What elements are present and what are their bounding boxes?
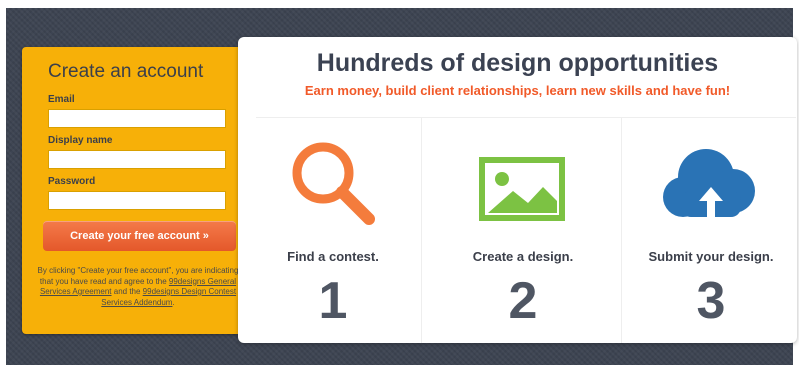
step-number: 3 (696, 272, 726, 330)
create-account-button[interactable]: Create your free account » (43, 221, 236, 251)
magnifier-icon (243, 129, 423, 229)
step-create-design: Create a design. 2 (433, 121, 613, 343)
display-name-field[interactable] (48, 150, 226, 169)
legal-text: . (172, 297, 175, 307)
step-number: 1 (318, 272, 348, 330)
legal-text: and the (111, 287, 143, 296)
step-label: Create a design. (472, 249, 574, 264)
step-find-contest: Find a contest. 1 (243, 121, 423, 343)
page-subtitle: Earn money, build client relationships, … (304, 83, 731, 98)
image-icon (433, 129, 613, 229)
signup-panel: Create an account Email Display name Pas… (22, 47, 252, 334)
legal-notice: By clicking "Create your free account", … (34, 266, 242, 308)
email-field[interactable] (48, 109, 226, 128)
divider (256, 117, 796, 118)
step-label: Submit your design. (648, 249, 774, 264)
cloud-upload-icon (621, 129, 799, 229)
signup-title: Create an account (48, 61, 204, 82)
password-field[interactable] (48, 191, 226, 210)
email-label: Email (48, 94, 75, 105)
password-label: Password (48, 176, 96, 187)
opportunities-card: Hundreds of design opportunities Earn mo… (238, 37, 797, 343)
step-submit-design: Submit your design. 3 (621, 121, 799, 343)
step-label: Find a contest. (287, 249, 379, 264)
page-title: Hundreds of design opportunities (316, 49, 719, 77)
step-number: 2 (508, 272, 538, 330)
display-name-label: Display name (48, 135, 113, 146)
